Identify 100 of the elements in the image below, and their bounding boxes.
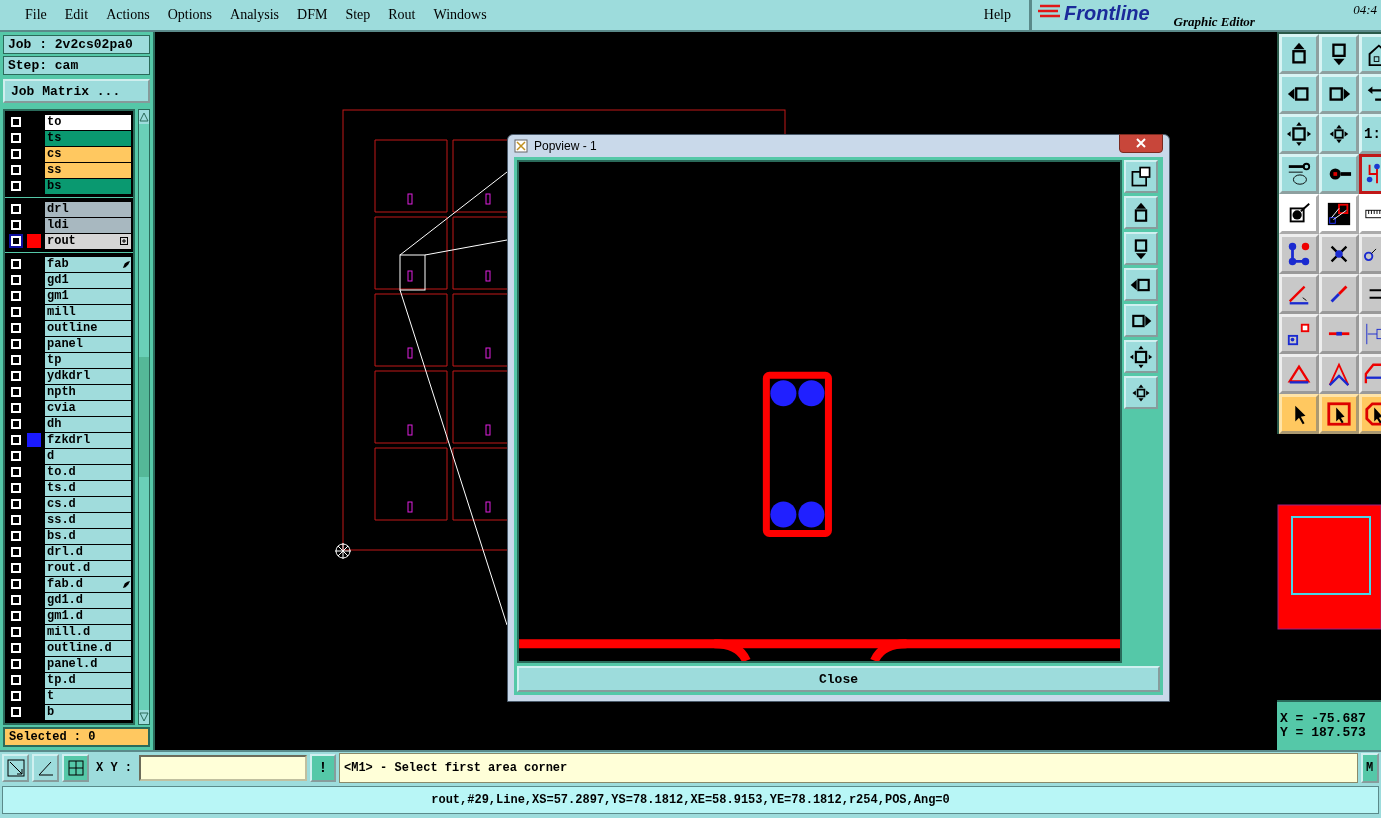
tool-button[interactable]: 1: (1359, 114, 1381, 154)
layer-selector[interactable] (9, 465, 23, 479)
layer-selector[interactable] (9, 369, 23, 383)
layer-selector[interactable] (9, 289, 23, 303)
layer-name[interactable]: d (45, 448, 131, 464)
scrollbar-thumb[interactable] (139, 357, 149, 477)
layer-name[interactable]: cvia (45, 400, 131, 416)
angle-button[interactable] (32, 754, 59, 782)
layer-selector[interactable] (9, 497, 23, 511)
view-tool-button[interactable] (1124, 376, 1158, 410)
layer-selector[interactable] (9, 641, 23, 655)
layer-name[interactable]: drl.d (45, 544, 131, 560)
view-tool-button[interactable] (1124, 196, 1158, 230)
menu-item[interactable]: Analysis (221, 7, 289, 23)
menu-item[interactable]: Actions (97, 7, 159, 23)
layer-name[interactable]: panel.d (45, 656, 131, 672)
layer-selector[interactable] (9, 529, 23, 543)
layer-selector[interactable] (9, 234, 23, 248)
layer-name[interactable]: gm1.d (45, 608, 131, 624)
layer-name[interactable]: cs.d (45, 496, 131, 512)
layer-name[interactable]: npth (45, 384, 131, 400)
alert-button[interactable]: ! (310, 754, 336, 782)
menu-item[interactable]: Help (983, 7, 1029, 23)
view-tool-button[interactable] (1124, 304, 1158, 338)
menu-item[interactable]: File (16, 7, 56, 23)
layer-name[interactable]: to (45, 114, 131, 130)
layer-name[interactable]: gm1 (45, 288, 131, 304)
layer-selector[interactable] (9, 673, 23, 687)
layer-name[interactable]: ts.d (45, 480, 131, 496)
layer-name[interactable]: mill (45, 304, 131, 320)
layer-name[interactable]: mill.d (45, 624, 131, 640)
layer-selector[interactable] (9, 705, 23, 719)
layer-selector[interactable] (9, 433, 23, 447)
layer-name[interactable]: to.d (45, 464, 131, 480)
layer-name[interactable]: dh (45, 416, 131, 432)
layer-selector[interactable] (9, 609, 23, 623)
layer-selector[interactable] (9, 305, 23, 319)
layer-name[interactable]: ss (45, 162, 131, 178)
layer-selector[interactable] (9, 321, 23, 335)
menu-item[interactable]: Windows (424, 7, 496, 23)
layer-selector[interactable] (9, 353, 23, 367)
view-tool-button[interactable] (1124, 340, 1158, 374)
menu-item[interactable]: Options (158, 7, 222, 23)
layer-selector[interactable] (9, 689, 23, 703)
layer-selector[interactable] (9, 449, 23, 463)
layer-selector[interactable] (9, 385, 23, 399)
menu-item[interactable]: Edit (55, 7, 98, 23)
layer-selector[interactable] (9, 273, 23, 287)
layer-name[interactable]: rout (45, 233, 131, 249)
layer-selector[interactable] (9, 481, 23, 495)
layer-name[interactable]: rout.d (45, 560, 131, 576)
layer-selector[interactable] (9, 179, 23, 193)
layer-name[interactable]: gd1.d (45, 592, 131, 608)
layer-name[interactable]: panel (45, 336, 131, 352)
layer-name[interactable]: tp (45, 352, 131, 368)
layer-name[interactable]: fab (45, 256, 131, 272)
layer-selector[interactable] (9, 417, 23, 431)
menu-item[interactable]: Step (336, 7, 380, 23)
view-tool-button[interactable] (1124, 232, 1158, 266)
view-tool-button[interactable] (1124, 268, 1158, 302)
layer-selector[interactable] (9, 577, 23, 591)
mode-button[interactable]: M (1361, 753, 1379, 783)
layer-name[interactable]: outline (45, 320, 131, 336)
layer-name[interactable]: ydkdrl (45, 368, 131, 384)
layer-selector[interactable] (9, 593, 23, 607)
layer-selector[interactable] (9, 513, 23, 527)
layer-name[interactable]: fab.d (45, 576, 131, 592)
xy-input-field[interactable] (139, 755, 307, 781)
layer-name[interactable]: ss.d (45, 512, 131, 528)
layer-selector[interactable] (9, 625, 23, 639)
grid-button[interactable] (62, 754, 89, 782)
layer-name[interactable]: outline.d (45, 640, 131, 656)
close-button[interactable] (1119, 133, 1163, 153)
job-matrix-button[interactable]: Job Matrix ... (3, 79, 150, 103)
layer-name[interactable]: ts (45, 130, 131, 146)
layer-name[interactable]: bs.d (45, 528, 131, 544)
layer-name[interactable]: fzkdrl (45, 432, 131, 448)
layer-name[interactable]: tp.d (45, 672, 131, 688)
layer-selector[interactable] (9, 218, 23, 232)
layer-name[interactable]: drl (45, 201, 131, 217)
layer-selector[interactable] (9, 401, 23, 415)
layer-selector[interactable] (9, 202, 23, 216)
layer-name[interactable]: gd1 (45, 272, 131, 288)
layer-selector[interactable] (9, 337, 23, 351)
layer-selector[interactable] (9, 147, 23, 161)
layer-selector[interactable] (9, 115, 23, 129)
layer-name[interactable]: cs (45, 146, 131, 162)
close-button[interactable]: Close (517, 666, 1160, 692)
layer-selector[interactable] (9, 257, 23, 271)
layer-selector[interactable] (9, 657, 23, 671)
menu-item[interactable]: DFM (288, 7, 337, 23)
scrollbar[interactable] (138, 109, 150, 725)
layer-selector[interactable] (9, 163, 23, 177)
layer-name[interactable]: b (45, 704, 131, 720)
layer-selector[interactable] (9, 545, 23, 559)
layer-name[interactable]: ldi (45, 217, 131, 233)
view-tool-button[interactable] (1124, 160, 1158, 194)
layer-selector[interactable] (9, 131, 23, 145)
menu-item[interactable]: Rout (379, 7, 425, 23)
layer-name[interactable]: bs (45, 178, 131, 194)
